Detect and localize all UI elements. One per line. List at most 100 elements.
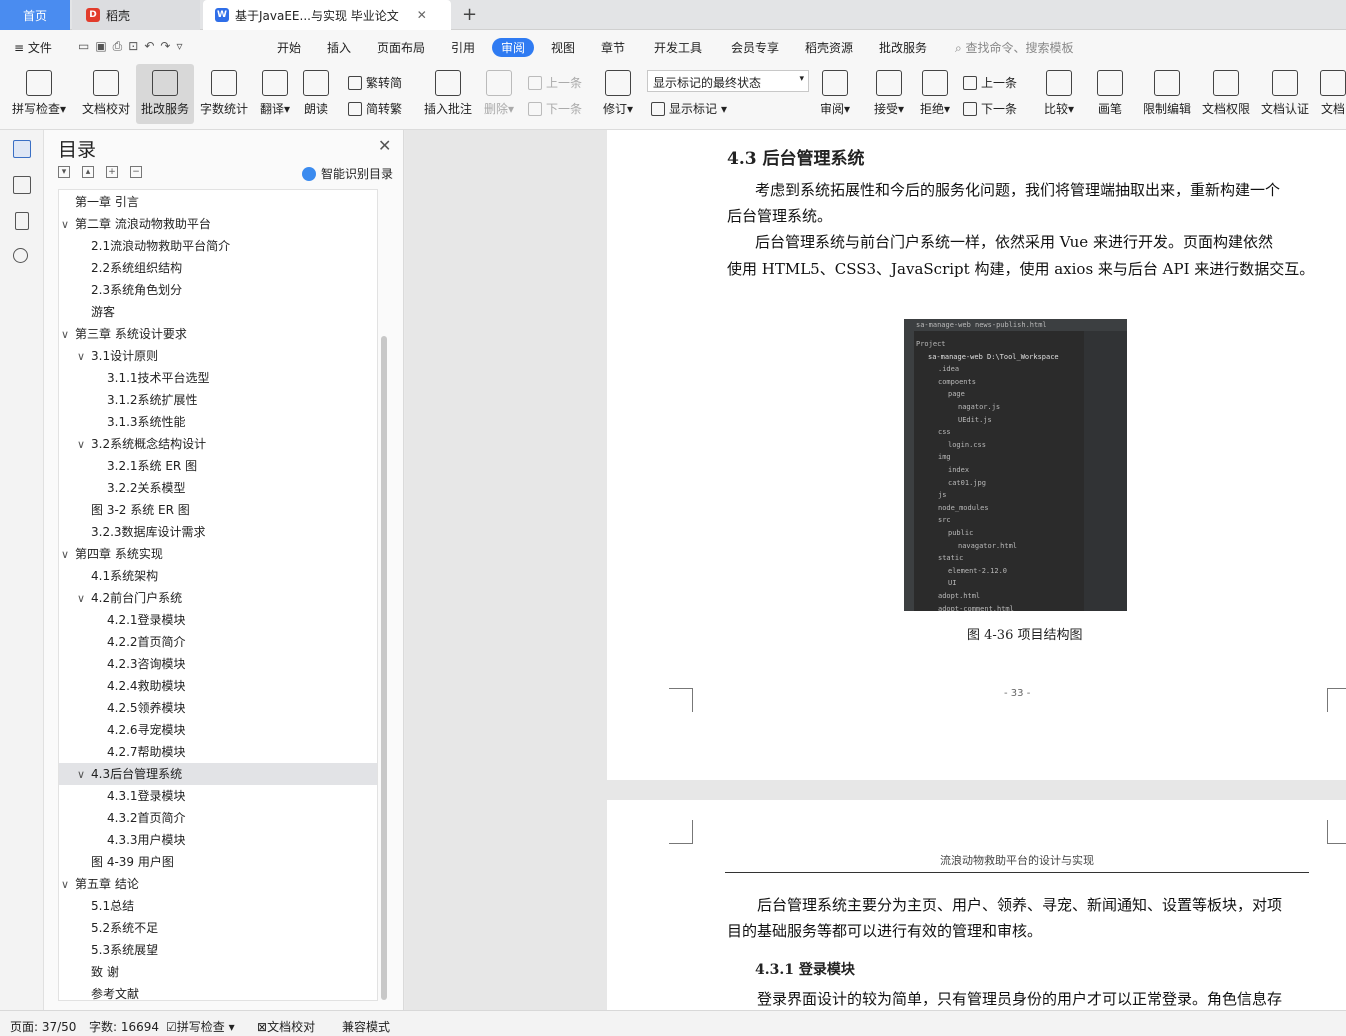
outline-icon[interactable] xyxy=(13,176,31,194)
chevron-down-icon[interactable]: ∨ xyxy=(61,544,75,566)
toc-panel-icon[interactable] xyxy=(13,140,31,158)
toc-item[interactable]: 图 4-39 用户图 xyxy=(59,851,377,873)
toc-item[interactable]: ∨ 4.3后台管理系统 xyxy=(59,763,377,786)
chevron-down-icon[interactable]: ∨ xyxy=(77,346,91,368)
add-entry-icon[interactable]: + xyxy=(106,166,118,178)
bookmark-icon[interactable] xyxy=(15,212,29,230)
toc-item[interactable]: 4.2.3咨询模块 xyxy=(59,653,377,675)
word-count-button[interactable]: 字数统计 xyxy=(197,64,251,124)
toc-item[interactable]: 5.3系统展望 xyxy=(59,939,377,961)
quick-access-icons[interactable]: ▭▣⎙⊡↶↷▿ xyxy=(78,39,188,54)
toc-item[interactable]: 3.2.2关系模型 xyxy=(59,477,377,499)
toc-item[interactable]: ∨ 3.1设计原则 xyxy=(59,345,377,368)
word-count[interactable]: 字数: 16694 xyxy=(89,1018,159,1035)
reject-button[interactable]: 拒绝▾ xyxy=(916,64,954,124)
toc-item[interactable]: 4.3.3用户模块 xyxy=(59,829,377,851)
toc-item[interactable]: ∨ 第二章 流浪动物救助平台 xyxy=(59,213,377,236)
pen-button[interactable]: 画笔 xyxy=(1094,64,1126,124)
next-comment-button[interactable]: 下一条 xyxy=(528,100,582,117)
toc-item[interactable]: 4.2.7帮助模块 xyxy=(59,741,377,763)
compare-button[interactable]: 比较▾ xyxy=(1040,64,1078,124)
smart-toc-button[interactable]: 智能识别目录 xyxy=(302,165,393,182)
toc-item[interactable]: 4.3.1登录模块 xyxy=(59,785,377,807)
toc-item[interactable]: 3.1.2系统扩展性 xyxy=(59,389,377,411)
spell-check-button[interactable]: 拼写检查▾ xyxy=(8,64,70,124)
insert-comment-button[interactable]: 插入批注 xyxy=(420,64,476,124)
prev-change-button[interactable]: 上一条 xyxy=(963,74,1017,91)
menu-chapter[interactable]: 章节 xyxy=(601,39,625,56)
toc-item[interactable]: 4.2.2首页简介 xyxy=(59,631,377,653)
toc-item[interactable]: 5.1总结 xyxy=(59,895,377,917)
accept-button[interactable]: 接受▾ xyxy=(870,64,908,124)
toc-item[interactable]: ∨ 第五章 结论 xyxy=(59,873,377,896)
chevron-down-icon[interactable]: ∨ xyxy=(61,324,75,346)
tab-home[interactable]: 首页 xyxy=(0,0,70,30)
toc-item[interactable]: 3.2.1系统 ER 图 xyxy=(59,455,377,477)
toc-item[interactable]: 3.1.1技术平台选型 xyxy=(59,367,377,389)
toc-item[interactable]: 4.1系统架构 xyxy=(59,565,377,587)
correct-service-button[interactable]: 批改服务 xyxy=(136,64,194,124)
toc-item[interactable]: 4.2.1登录模块 xyxy=(59,609,377,631)
toc-item[interactable]: ∨ 第三章 系统设计要求 xyxy=(59,323,377,346)
review-button[interactable]: 审阅▾ xyxy=(816,64,854,124)
close-tab-icon[interactable]: ✕ xyxy=(417,8,427,22)
toc-item[interactable]: 图 3-2 系统 ER 图 xyxy=(59,499,377,521)
menu-member[interactable]: 会员专享 xyxy=(731,39,779,56)
toc-item[interactable]: 致 谢 xyxy=(59,961,377,983)
chevron-down-icon[interactable]: ∨ xyxy=(77,588,91,610)
toc-item[interactable]: 2.3系统角色划分 xyxy=(59,279,377,301)
delete-comment-button[interactable]: 删除▾ xyxy=(480,64,518,124)
new-tab-plus-icon[interactable]: + xyxy=(462,4,477,25)
toc-item[interactable]: 4.2.6寻宠模块 xyxy=(59,719,377,741)
toc-item[interactable]: 2.1流浪动物救助平台简介 xyxy=(59,235,377,257)
toc-scrollbar[interactable] xyxy=(381,336,387,1000)
chevron-down-icon[interactable]: ∨ xyxy=(61,874,75,896)
toc-item[interactable]: ∨ 第四章 系统实现 xyxy=(59,543,377,566)
toc-item[interactable]: 3.1.3系统性能 xyxy=(59,411,377,433)
expand-icon[interactable]: ▴ xyxy=(82,166,94,178)
close-icon[interactable]: ✕ xyxy=(378,136,391,155)
tab-document[interactable]: W 基于JavaEE...与实现 毕业论文 ✕ xyxy=(203,0,451,30)
menu-start[interactable]: 开始 xyxy=(277,39,301,56)
menu-file[interactable]: ≡ 文件 xyxy=(14,39,52,56)
menu-review[interactable]: 审阅 xyxy=(492,38,535,57)
doc-proof-button[interactable]: 文档校对 xyxy=(78,64,134,124)
toc-item[interactable]: 游客 xyxy=(59,301,377,323)
collapse-all-icon[interactable]: ▾ xyxy=(58,166,70,178)
remove-entry-icon[interactable]: − xyxy=(130,166,142,178)
chevron-down-icon[interactable]: ∨ xyxy=(77,764,91,786)
toc-item[interactable]: ∨ 3.2系统概念结构设计 xyxy=(59,433,377,456)
next-change-button[interactable]: 下一条 xyxy=(963,100,1017,117)
translate-button[interactable]: 翻译▾ xyxy=(255,64,295,124)
markup-status-select[interactable]: 显示标记的最终状态 ▾ xyxy=(647,70,809,92)
doc-rights-button[interactable]: 文档权限 xyxy=(1199,64,1253,124)
toc-item[interactable]: 4.2.5领养模块 xyxy=(59,697,377,719)
toc-item[interactable]: 4.2.4救助模块 xyxy=(59,675,377,697)
chevron-down-icon[interactable]: ∨ xyxy=(77,434,91,456)
doc-cert-button[interactable]: 文档认证 xyxy=(1258,64,1312,124)
doc-proof-toggle[interactable]: ⊠文档校对 xyxy=(257,1018,315,1035)
toc-item[interactable]: 4.3.2首页简介 xyxy=(59,807,377,829)
menu-view[interactable]: 视图 xyxy=(551,39,575,56)
read-aloud-button[interactable]: 朗读 xyxy=(299,64,333,124)
spell-check-toggle[interactable]: ☑拼写检查 ▾ xyxy=(166,1018,235,1035)
doc-more-button[interactable]: 文档 xyxy=(1320,64,1346,124)
search-icon[interactable] xyxy=(13,248,28,263)
menu-insert[interactable]: 插入 xyxy=(327,39,351,56)
menu-daoke-resources[interactable]: 稻壳资源 xyxy=(805,39,853,56)
trad-to-simp-button[interactable]: 繁转简 xyxy=(348,74,402,91)
menu-layout[interactable]: 页面布局 xyxy=(377,39,425,56)
menu-devtools[interactable]: 开发工具 xyxy=(654,39,702,56)
prev-comment-button[interactable]: 上一条 xyxy=(528,74,582,91)
toc-item[interactable]: ∨ 4.2前台门户系统 xyxy=(59,587,377,610)
toc-item[interactable]: 3.2.3数据库设计需求 xyxy=(59,521,377,543)
chevron-down-icon[interactable]: ∨ xyxy=(61,214,75,236)
toc-item[interactable]: 参考文献 xyxy=(59,983,377,1000)
page-indicator[interactable]: 页面: 37/50 xyxy=(10,1018,76,1035)
show-marks-button[interactable]: 显示标记 ▾ xyxy=(651,100,727,117)
toc-item[interactable]: 5.2系统不足 xyxy=(59,917,377,939)
restrict-edit-button[interactable]: 限制编辑 xyxy=(1140,64,1194,124)
menu-correct-service[interactable]: 批改服务 xyxy=(879,39,927,56)
menu-reference[interactable]: 引用 xyxy=(451,39,475,56)
toc-item[interactable]: 2.2系统组织结构 xyxy=(59,257,377,279)
